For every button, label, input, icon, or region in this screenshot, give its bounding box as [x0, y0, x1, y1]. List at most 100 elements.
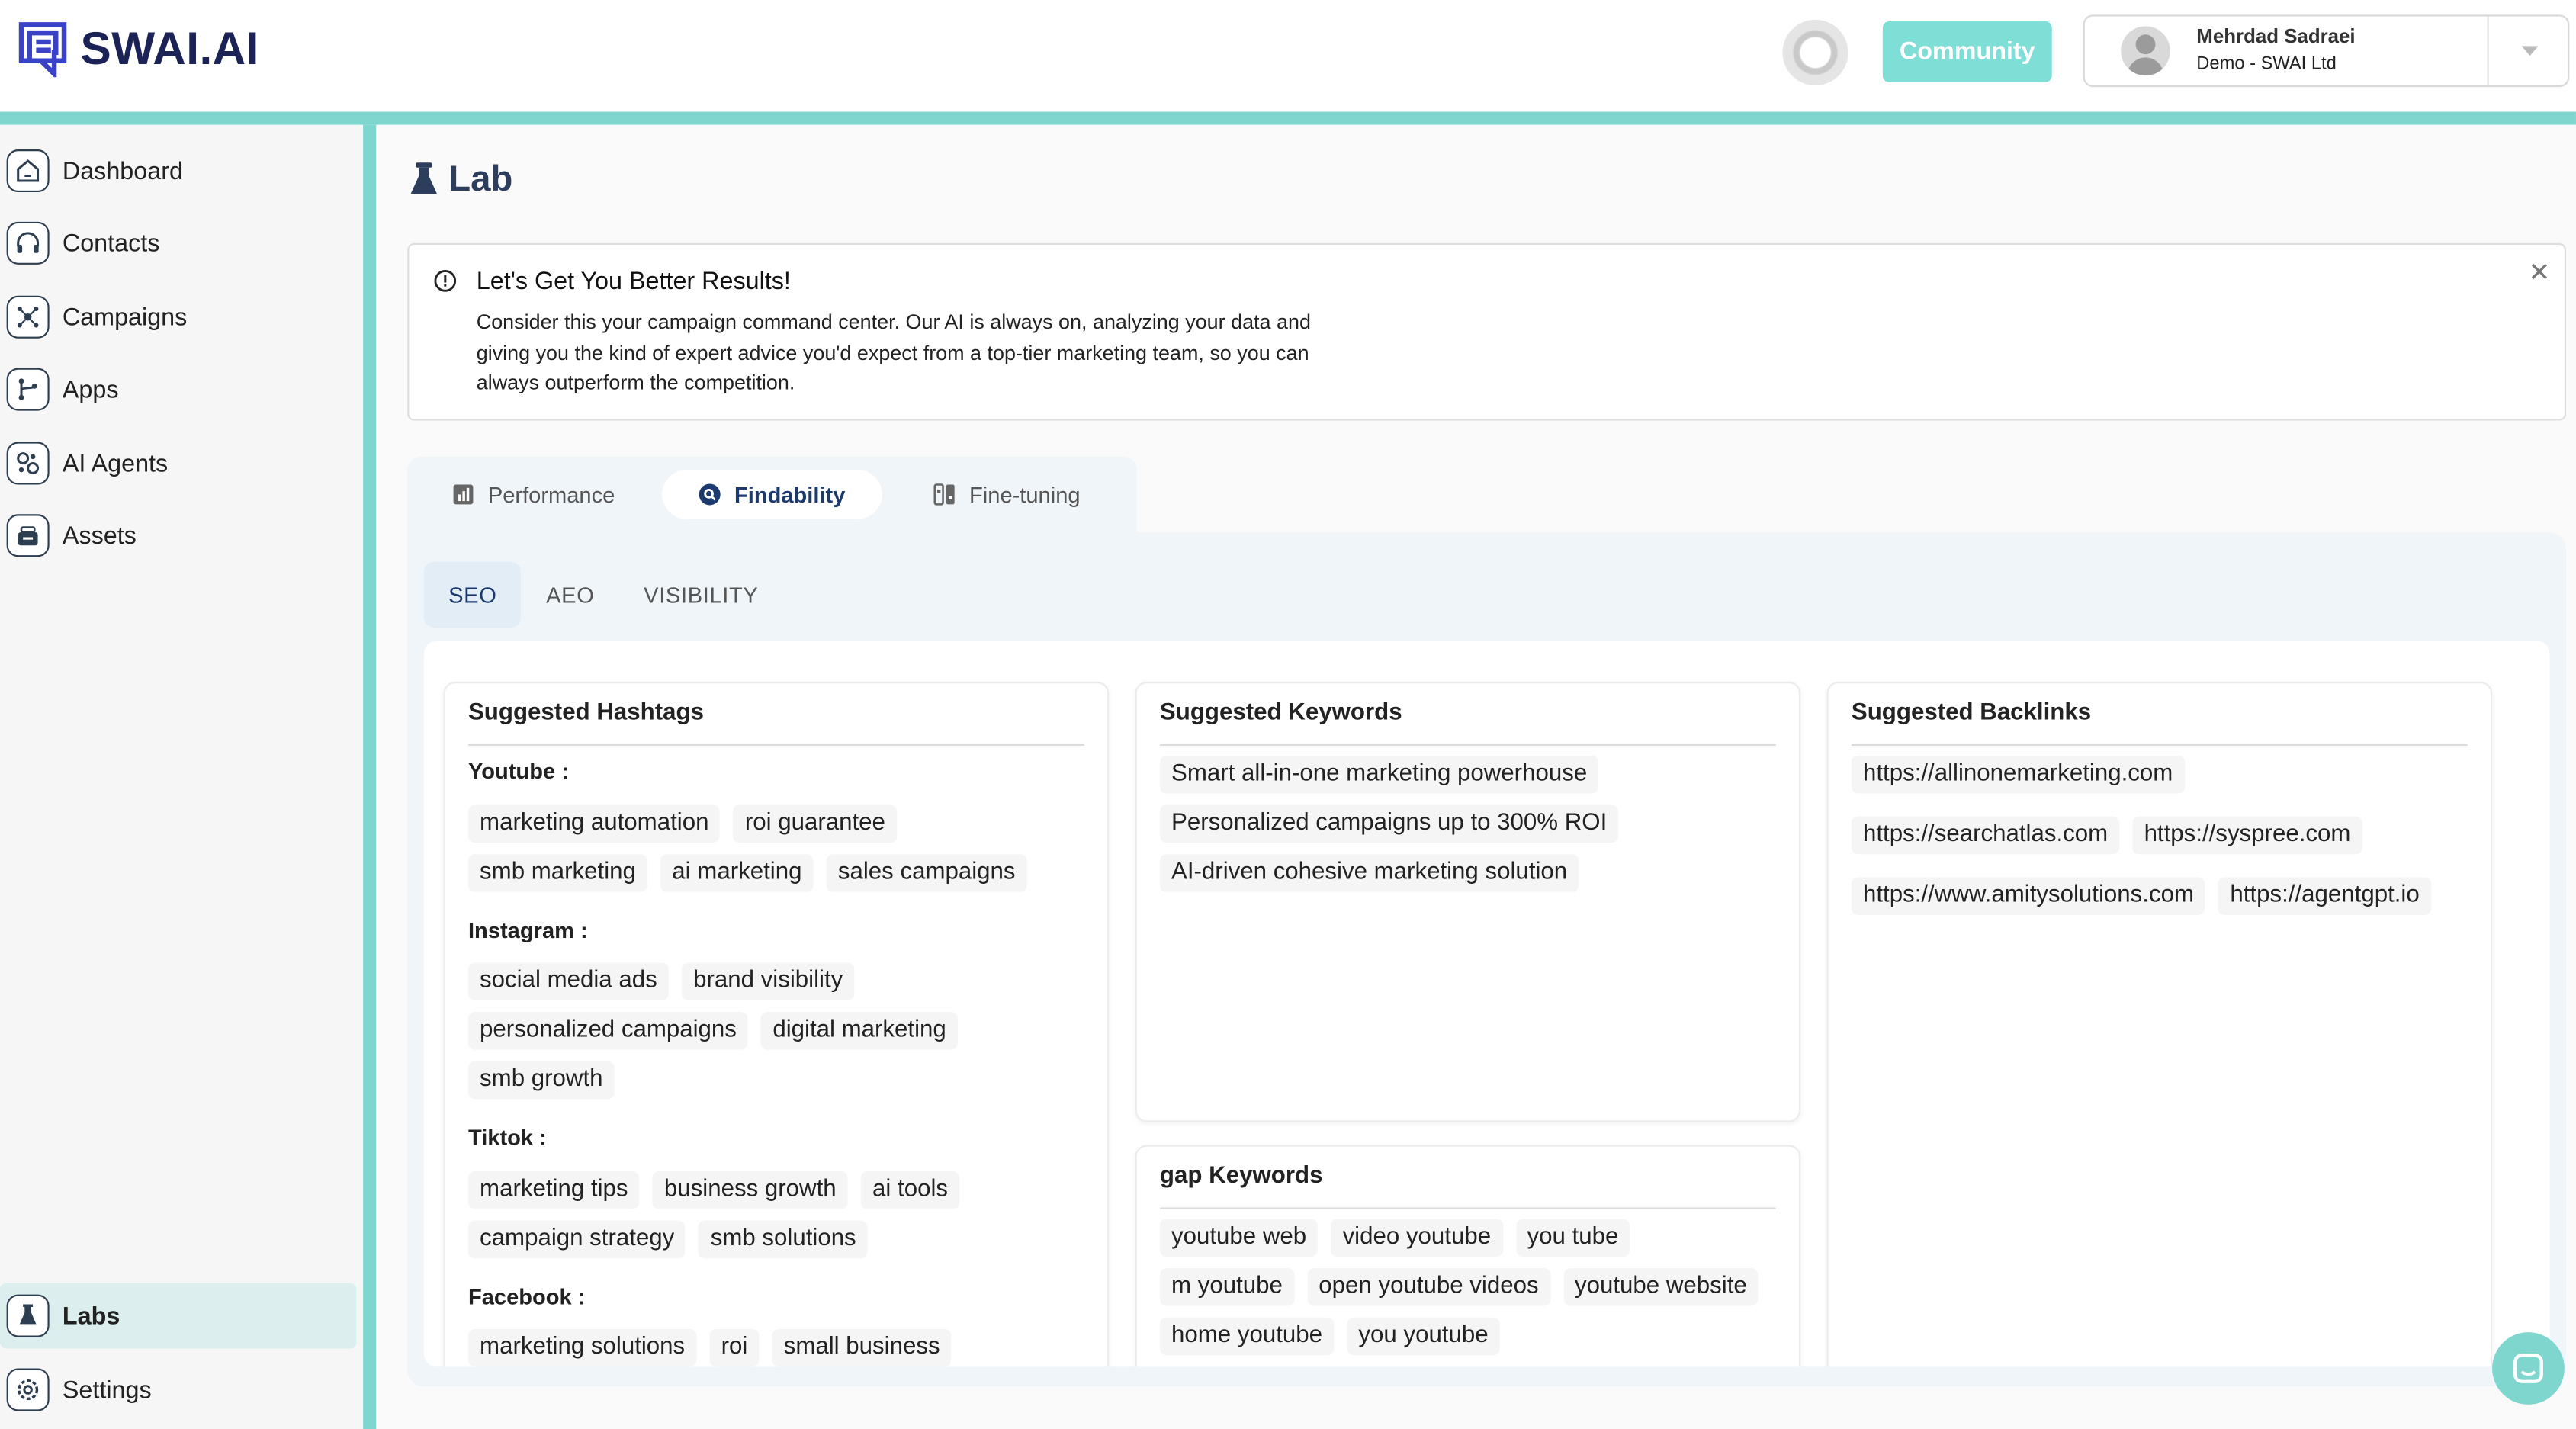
gap-keyword-chip[interactable]: youtube web: [1159, 1219, 1319, 1257]
card-title: Suggested Keywords: [1159, 699, 1402, 727]
backlink-chip[interactable]: https://searchatlas.com: [1851, 816, 2120, 855]
hashtag-chip[interactable]: small business: [772, 1328, 952, 1367]
backlink-chip[interactable]: https://agentgpt.io: [2218, 877, 2431, 915]
bar-chart-icon: [453, 484, 474, 505]
group-label: Facebook :: [467, 1284, 586, 1309]
sidebar-item-contacts[interactable]: Contacts: [0, 210, 159, 276]
sidebar-item-labs[interactable]: Labs: [0, 1283, 357, 1349]
gap-keywords-card: gap Keywords youtube web video youtube y…: [1135, 1145, 1801, 1367]
backlink-chip[interactable]: https://syspree.com: [2132, 816, 2362, 855]
network-icon: [6, 295, 50, 339]
hashtag-chip[interactable]: personalized campaigns: [467, 1012, 749, 1050]
card-title: Suggested Hashtags: [467, 699, 704, 727]
divider: [1159, 743, 1776, 747]
hashtag-chip[interactable]: roi guarantee: [733, 804, 898, 843]
headset-icon: [6, 221, 50, 265]
card-title: gap Keywords: [1159, 1163, 1323, 1190]
alert-body: Consider this your campaign command cent…: [476, 310, 1311, 395]
chat-launcher-button[interactable]: [2492, 1332, 2565, 1405]
gap-keyword-chip[interactable]: m youtube: [1159, 1268, 1294, 1306]
tab-label: Findability: [734, 482, 846, 507]
gap-keyword-chip[interactable]: home youtube: [1159, 1317, 1335, 1356]
sidebar-item-label: Settings: [62, 1376, 152, 1404]
gap-keyword-chip[interactable]: you tube: [1515, 1219, 1630, 1257]
hashtag-chip[interactable]: smb marketing: [467, 854, 647, 892]
subtab-aeo[interactable]: AEO: [522, 562, 619, 628]
gap-keyword-chip[interactable]: video youtube: [1331, 1219, 1503, 1257]
backlink-chip[interactable]: https://allinonemarketing.com: [1851, 755, 2185, 794]
brand-logo[interactable]: SWAI.AI: [18, 21, 259, 78]
brand-name: SWAI.AI: [80, 23, 259, 74]
hashtag-chip[interactable]: business growth: [652, 1171, 848, 1209]
hashtag-chip[interactable]: smb growth: [467, 1061, 615, 1100]
keyword-chip[interactable]: AI-driven cohesive marketing solution: [1159, 854, 1579, 892]
tab-fine-tuning[interactable]: Fine-tuning: [917, 470, 1097, 519]
group-label: Youtube :: [467, 759, 569, 784]
user-name: Mehrdad Sadraei: [2196, 24, 2356, 48]
sidebar-item-dashboard[interactable]: Dashboard: [0, 138, 183, 204]
main-tabs: Performance Findability Fine-tuning: [407, 456, 1137, 532]
sidebar-item-label: Campaigns: [62, 303, 188, 332]
keyword-chip[interactable]: Personalized campaigns up to 300% ROI: [1159, 804, 1619, 843]
logo-icon: [18, 22, 67, 78]
gap-keyword-chip[interactable]: you youtube: [1347, 1317, 1500, 1356]
sidebar-item-label: Dashboard: [62, 156, 183, 185]
group-label: Tiktok :: [467, 1125, 547, 1151]
tab-performance[interactable]: Performance: [435, 470, 631, 519]
chat-icon: [2513, 1354, 2543, 1383]
hashtag-chip[interactable]: campaign strategy: [467, 1220, 686, 1259]
gap-keyword-chip[interactable]: open youtube videos: [1307, 1268, 1550, 1306]
seo-content: Suggested Hashtags Youtube : marketing a…: [423, 641, 2550, 1367]
loading-spinner-icon: [1782, 19, 1848, 86]
tab-label: Fine-tuning: [969, 482, 1081, 507]
hashtags-card: Suggested Hashtags Youtube : marketing a…: [443, 682, 1110, 1367]
hashtag-chip[interactable]: social media ads: [467, 962, 669, 1000]
hashtag-chip[interactable]: marketing solutions: [467, 1328, 697, 1367]
chevron-down-icon[interactable]: [2487, 16, 2570, 86]
page-title: Lab: [409, 158, 512, 201]
sidebar-item-apps[interactable]: Apps: [0, 356, 119, 422]
sidebar-item-campaigns[interactable]: Campaigns: [0, 284, 187, 350]
sidebar-item-settings[interactable]: Settings: [0, 1357, 152, 1422]
user-org: Demo - SWAI Ltd: [2196, 54, 2337, 74]
group-label: Instagram :: [467, 918, 588, 943]
tab-findability[interactable]: Findability: [662, 470, 882, 519]
sidebar: Dashboard Contacts Campaigns Apps AI Age…: [0, 124, 364, 1429]
avatar: [2121, 26, 2170, 76]
hashtag-chip[interactable]: ai tools: [860, 1171, 960, 1209]
hashtag-chip[interactable]: smb solutions: [699, 1220, 868, 1259]
divider: [1159, 1207, 1776, 1209]
accent-bar: [0, 111, 2576, 125]
community-button[interactable]: Community: [1882, 21, 2052, 82]
info-alert: Let's Get You Better Results! Consider t…: [407, 242, 2567, 421]
hashtag-chip[interactable]: marketing automation: [467, 804, 721, 843]
gap-keyword-chip[interactable]: youtube website: [1563, 1268, 1759, 1306]
sidebar-item-label: Assets: [62, 521, 137, 550]
hashtag-chip[interactable]: brand visibility: [682, 962, 855, 1000]
hashtag-chip[interactable]: ai marketing: [660, 854, 814, 892]
sliders-icon: [933, 483, 955, 506]
close-icon[interactable]: ✕: [2528, 256, 2550, 289]
subtab-seo[interactable]: SEO: [423, 561, 522, 628]
info-icon: [434, 270, 457, 292]
search-icon: [699, 483, 721, 506]
keyword-chip[interactable]: Smart all-in-one marketing powerhouse: [1159, 755, 1599, 794]
sidebar-item-ai-agents[interactable]: AI Agents: [0, 430, 168, 496]
sidebar-item-assets[interactable]: Assets: [0, 503, 137, 568]
user-menu[interactable]: Mehrdad Sadraei Demo - SWAI Ltd: [2083, 14, 2570, 88]
hashtag-chip[interactable]: digital marketing: [761, 1012, 958, 1050]
hashtag-chip[interactable]: roi: [709, 1328, 760, 1367]
home-icon: [6, 149, 50, 193]
alert-title: Let's Get You Better Results!: [476, 268, 791, 296]
flask-icon: [6, 1294, 50, 1337]
backlink-chip[interactable]: https://www.amitysolutions.com: [1851, 877, 2206, 915]
seo-subtabs: SEO AEO VISIBILITY: [423, 561, 783, 631]
main-content: Lab Let's Get You Better Results! Consid…: [376, 124, 2576, 1429]
hashtag-chip[interactable]: sales campaigns: [826, 854, 1027, 892]
branch-icon: [6, 368, 50, 411]
divider: [1851, 743, 2468, 747]
keywords-card: Suggested Keywords Smart all-in-one mark…: [1135, 682, 1801, 1122]
card-title: Suggested Backlinks: [1851, 699, 2092, 727]
hashtag-chip[interactable]: marketing tips: [467, 1171, 640, 1209]
subtab-visibility[interactable]: VISIBILITY: [619, 562, 783, 628]
